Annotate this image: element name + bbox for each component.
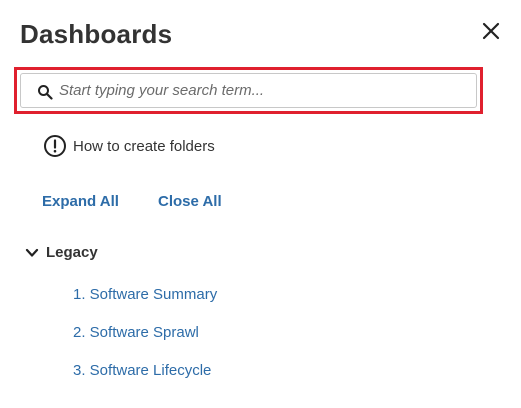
dashboard-link-software-lifecycle[interactable]: 3. Software Lifecycle [73,362,211,379]
close-all-button[interactable]: Close All [158,193,222,210]
search-input[interactable] [59,77,469,104]
panel-title: Dashboards [20,19,173,49]
help-label: How to create folders [73,137,215,155]
chevron-down-icon [25,248,39,257]
search-highlight-frame [14,67,483,114]
search-icon [38,85,53,100]
exclamation-circle-icon [44,135,66,157]
how-to-create-folders-link[interactable]: How to create folders [43,134,215,158]
dashboard-link-software-sprawl[interactable]: 2. Software Sprawl [73,324,199,341]
close-button[interactable] [481,21,501,41]
close-icon [482,22,500,40]
group-label: Legacy [46,244,98,261]
dashboards-panel: Dashboards How to create folders Expand … [0,0,521,408]
search-box[interactable] [20,73,477,108]
expand-all-button[interactable]: Expand All [42,193,119,210]
dashboard-link-software-summary[interactable]: 1. Software Summary [73,286,217,303]
group-toggle-legacy[interactable]: Legacy [25,244,98,261]
